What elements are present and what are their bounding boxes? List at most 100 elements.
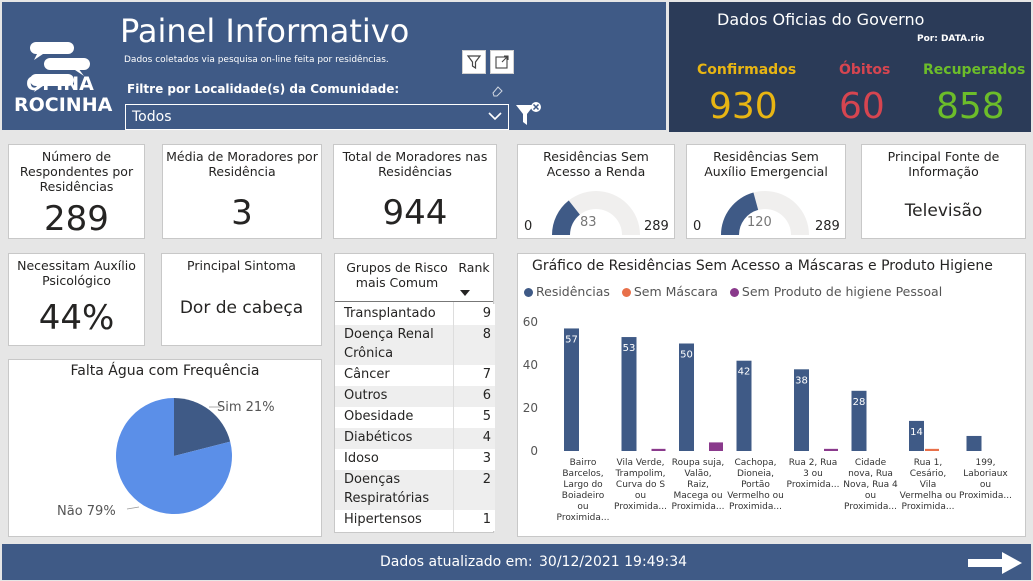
bar-data-label: 57 bbox=[565, 334, 578, 345]
risk-group-rank: 2 bbox=[482, 472, 491, 487]
total-residents-value: 944 bbox=[382, 193, 448, 233]
bar-data-label: 38 bbox=[795, 375, 808, 386]
water-pie-chart: Sim 21% Não 79% bbox=[57, 398, 275, 519]
risk-group-rank: 3 bbox=[482, 451, 491, 466]
bar-chart-plot: 0 20 40 60 57 Bairro Barcelos, Largo do Boiadeir… bbox=[523, 315, 1012, 523]
table-row[interactable]: Transplantado 9 bbox=[335, 304, 495, 325]
updated-date: 30/12/2021 19:49:34 bbox=[539, 554, 688, 570]
risk-group-name: Idoso bbox=[344, 451, 379, 466]
risk-group-rank: 7 bbox=[482, 367, 491, 382]
gauge-value: 120 bbox=[747, 215, 772, 230]
risk-group-rank: 6 bbox=[482, 388, 491, 403]
gauge-value: 83 bbox=[580, 215, 597, 230]
focus-mode-icon[interactable] bbox=[490, 50, 514, 74]
table-row[interactable]: Doenças Respiratórias 2 bbox=[335, 470, 495, 510]
deaths-label: Óbitos bbox=[839, 62, 891, 78]
bar-sem-higiene[interactable] bbox=[824, 448, 838, 451]
avg-residents-value: 3 bbox=[231, 193, 253, 233]
symptom-title: Principal Sintoma bbox=[187, 258, 296, 273]
y-tick-label: 60 bbox=[523, 315, 538, 329]
risk-group-name: Doença Renal Crônica bbox=[344, 327, 434, 361]
deaths-value: 60 bbox=[839, 86, 885, 127]
risk-group-rank: 4 bbox=[482, 430, 491, 445]
filter-label: Filtre por Localidade(s) da Comunidade: bbox=[127, 82, 400, 96]
clear-filter-icon[interactable] bbox=[514, 101, 542, 129]
page-subtitle: Dados coletados via pesquisa on-line fei… bbox=[124, 55, 389, 65]
bar-sem-higiene[interactable] bbox=[651, 448, 666, 451]
no-income-card: Residências Sem Acesso a Renda 0 83 289 bbox=[517, 144, 675, 239]
government-data-panel: Dados Oficias do Governo Por: DATA.rio C… bbox=[669, 2, 1031, 132]
table-row[interactable]: Diabéticos 4 bbox=[335, 428, 495, 449]
confirmed-value: 930 bbox=[709, 86, 778, 127]
respondents-card: Número de Respondentes por Residências 2… bbox=[8, 144, 145, 239]
risk-group-name: Transplantado bbox=[344, 306, 436, 321]
respondents-value: 289 bbox=[44, 199, 109, 239]
x-category-label: Rua 2, Rua 3 ou Proximida... bbox=[787, 458, 840, 490]
updated-label: Dados atualizado em: bbox=[380, 554, 533, 570]
bar-residencias[interactable] bbox=[966, 435, 982, 451]
x-category-label: Cidade nova, Rua Nova, Rua 4 ou Proximida... bbox=[843, 458, 898, 512]
gov-title: Dados Oficias do Governo bbox=[717, 10, 925, 29]
no-income-title: Residências Sem Acesso a Renda bbox=[543, 149, 649, 179]
chevron-down-icon bbox=[488, 112, 502, 121]
info-source-value: Televisão bbox=[904, 201, 983, 221]
risk-group-rank: 9 bbox=[482, 306, 491, 321]
logo-line1: OPINA bbox=[26, 73, 94, 95]
symptom-value: Dor de cabeça bbox=[179, 298, 304, 318]
bar-sem-higiene[interactable] bbox=[709, 442, 723, 451]
column-header-group[interactable]: Grupos de Risco mais Comum bbox=[341, 260, 453, 290]
x-category-label: 199, Laboriaux ou Proximida... bbox=[959, 458, 1012, 501]
avg-residents-card: Média de Moradores por Residência 3 bbox=[162, 144, 322, 239]
risk-group-rank: 1 bbox=[482, 512, 491, 527]
bar-residencias[interactable] bbox=[564, 328, 579, 451]
dropdown-value: Todos bbox=[132, 109, 172, 125]
risk-group-rank: 5 bbox=[482, 409, 491, 424]
recovered-label: Recuperados bbox=[923, 62, 1026, 78]
gauge-max: 289 bbox=[644, 219, 669, 234]
table-row[interactable]: Idoso 3 bbox=[335, 449, 495, 470]
filter-icon[interactable] bbox=[462, 50, 486, 74]
psych-title: Necessitam Auxílio Psicológico bbox=[17, 258, 136, 288]
x-category-label: Vila Verde, Trampolim, Curva do Sou Proximi… bbox=[614, 458, 667, 512]
eraser-icon[interactable] bbox=[490, 84, 504, 98]
x-category-label: Bairro Barcelos, Largo do Boiadeiro ou Proxim… bbox=[557, 458, 610, 523]
bar-data-label: 50 bbox=[680, 350, 693, 361]
symptom-card: Principal Sintoma Dor de cabeça bbox=[161, 253, 322, 346]
bar-data-label: 53 bbox=[623, 343, 636, 354]
page-title: Painel Informativo bbox=[120, 12, 410, 50]
y-tick-label: 40 bbox=[523, 358, 538, 372]
gauge-min: 0 bbox=[524, 219, 533, 234]
table-row[interactable]: Hipertensos 1 bbox=[335, 510, 495, 531]
table-row[interactable]: Doença Renal Crônica 8 bbox=[335, 325, 495, 365]
bar-residencias[interactable] bbox=[621, 337, 637, 451]
info-source-title: Principal Fonte de Informação bbox=[887, 149, 1000, 179]
logo-text: OPINA ROCINHA bbox=[14, 73, 112, 116]
column-header-rank[interactable]: Rank bbox=[455, 260, 493, 275]
pie-label-nao: Não 79% bbox=[57, 504, 116, 519]
risk-group-name: Hipertensos bbox=[344, 512, 422, 527]
next-page-arrow-icon[interactable] bbox=[966, 550, 1024, 576]
locality-dropdown[interactable]: Todos bbox=[125, 104, 509, 130]
avg-residents-title: Média de Moradores por Residência bbox=[166, 149, 318, 179]
y-tick-label: 20 bbox=[523, 401, 538, 415]
water-pie-card: Falta Água com Frequência Sim 21% Não 79… bbox=[8, 359, 322, 537]
risk-groups-table: Grupos de Risco mais Comum Rank Transpla… bbox=[334, 253, 495, 533]
gov-source: Por: DATA.rio bbox=[917, 34, 985, 44]
bar-sem-mascara[interactable] bbox=[925, 448, 939, 451]
x-category-label: Roupa suja, Valão, Raiz, Macega ou Proximida… bbox=[672, 458, 725, 512]
risk-group-name: Obesidade bbox=[344, 409, 414, 424]
sort-desc-icon[interactable] bbox=[459, 289, 471, 297]
table-header: Grupos de Risco mais Comum Rank bbox=[335, 254, 493, 302]
gauge-min: 0 bbox=[693, 219, 702, 234]
table-row[interactable]: Câncer 7 bbox=[335, 365, 495, 386]
info-source-card: Principal Fonte de Informação Televisão bbox=[861, 144, 1026, 239]
table-row[interactable]: Outros 6 bbox=[335, 386, 495, 407]
table-row[interactable]: Obesidade 5 bbox=[335, 407, 495, 428]
header-panel: OPINA ROCINHA Painel Informativo Dados c… bbox=[2, 2, 666, 130]
pie-label-sim: Sim 21% bbox=[217, 400, 275, 415]
masks-hygiene-chart-card: Gráfico de Residências Sem Acesso a Másc… bbox=[517, 253, 1026, 537]
gauge-max: 289 bbox=[815, 219, 840, 234]
respondents-title: Número de Respondentes por Residências bbox=[19, 149, 134, 194]
psych-card: Necessitam Auxílio Psicológico 44% bbox=[8, 253, 145, 346]
risk-group-name: Outros bbox=[344, 388, 388, 403]
